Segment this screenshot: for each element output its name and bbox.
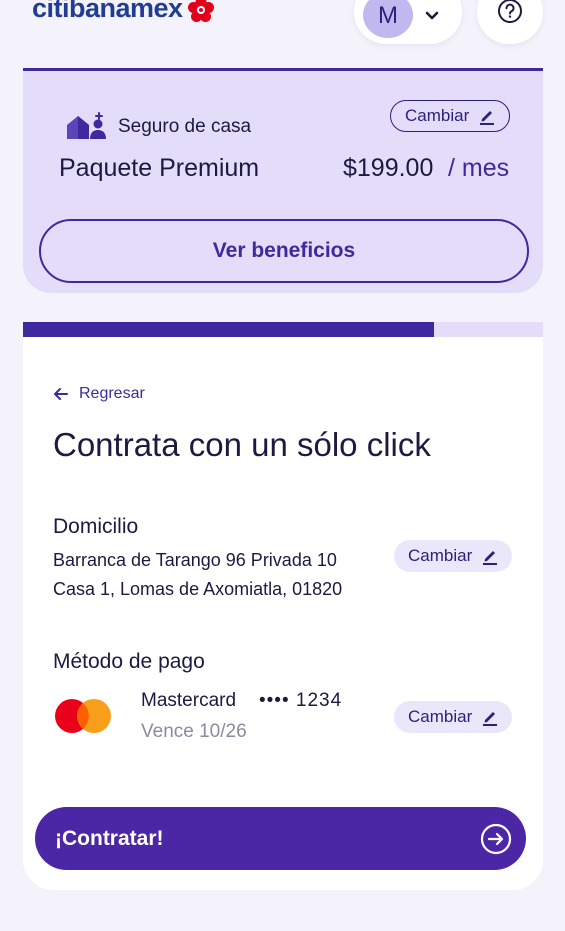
view-benefits-button[interactable]: Ver beneficios bbox=[39, 219, 529, 283]
package-name: Paquete Premium bbox=[59, 154, 260, 182]
change-address-button[interactable]: Cambiar bbox=[394, 540, 513, 572]
checkout-card: Regresar Contrata con un sólo click Domi… bbox=[23, 337, 543, 890]
pencil-icon bbox=[480, 111, 495, 125]
contract-button[interactable]: ¡Contratar! bbox=[35, 807, 526, 870]
logo-text: citibanamex bbox=[32, 0, 183, 23]
page-title: Contrata con un sólo click bbox=[53, 426, 431, 463]
mastercard-logo-icon bbox=[55, 699, 111, 733]
address-line-1: Barranca de Tarango 96 Privada 10 bbox=[53, 550, 337, 570]
progress-fill bbox=[23, 322, 434, 337]
progress-bar bbox=[23, 322, 543, 337]
help-button[interactable] bbox=[477, 0, 543, 44]
change-label: Cambiar bbox=[408, 546, 473, 565]
price: $199.00 bbox=[343, 154, 434, 182]
card-number: •••• 1234 bbox=[259, 690, 343, 711]
question-circle-icon bbox=[498, 0, 522, 23]
pencil-icon bbox=[483, 712, 498, 726]
payment-heading: Método de pago bbox=[53, 650, 205, 673]
address-text: Barranca de Tarango 96 Privada 10 Casa 1… bbox=[53, 546, 342, 604]
citibanamex-logo[interactable]: citibanamex bbox=[32, 0, 215, 24]
change-label: Cambiar bbox=[408, 707, 473, 726]
price-period: / mes bbox=[448, 154, 510, 182]
back-link[interactable]: Regresar bbox=[53, 385, 145, 403]
arrow-right-circle-icon bbox=[480, 823, 512, 854]
card-brand: Mastercard bbox=[141, 690, 237, 711]
change-payment-button[interactable]: Cambiar bbox=[394, 701, 513, 733]
plan-summary-card: Seguro de casa Cambiar Paquete Premium $… bbox=[23, 68, 543, 293]
plan-label: Seguro de casa bbox=[118, 116, 252, 137]
avatar: M bbox=[363, 0, 413, 38]
address-heading: Domicilio bbox=[53, 515, 139, 538]
flower-logo-icon bbox=[187, 0, 214, 22]
change-plan-button[interactable]: Cambiar bbox=[390, 100, 511, 132]
pencil-icon bbox=[483, 551, 498, 565]
card-expiry: Vence 10/26 bbox=[141, 721, 247, 742]
arrow-left-icon bbox=[54, 388, 68, 400]
contract-label: ¡Contratar! bbox=[55, 826, 164, 850]
user-menu-button[interactable]: M bbox=[354, 0, 462, 44]
change-label: Cambiar bbox=[405, 106, 470, 125]
chevron-down-icon bbox=[425, 11, 439, 20]
home-person-icon bbox=[67, 112, 106, 139]
address-line-2: Casa 1, Lomas de Axomiatla, 01820 bbox=[53, 579, 343, 599]
back-label: Regresar bbox=[79, 385, 145, 402]
